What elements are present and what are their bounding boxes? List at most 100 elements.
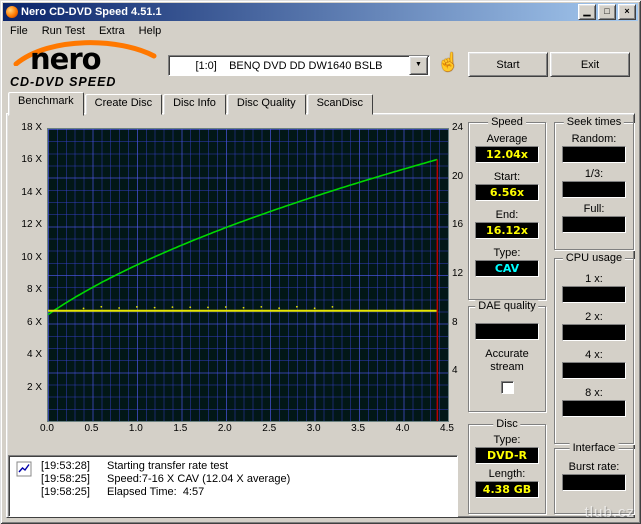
status-log[interactable]: [19:53:28] Starting transfer rate test [19… bbox=[8, 455, 458, 517]
app-window: Nero CD-DVD Speed 4.51.1 ▁ □ × File Run T… bbox=[0, 0, 641, 524]
field-label: Random: bbox=[571, 133, 617, 145]
app-icon bbox=[6, 6, 18, 18]
exit-button[interactable]: Exit bbox=[550, 52, 630, 77]
field-8-x: 8 x: bbox=[562, 387, 626, 417]
field-4-x: 4 x: bbox=[562, 349, 626, 379]
eject-hand-icon[interactable]: ☝ bbox=[437, 52, 459, 73]
log-timestamp: [19:58:25] bbox=[41, 486, 90, 498]
axis-tick-label: 24 bbox=[452, 122, 464, 133]
chart-series bbox=[47, 158, 439, 421]
value-box: 16.12x bbox=[475, 222, 539, 239]
tab-scandisc[interactable]: ScanDisc bbox=[306, 94, 374, 115]
menu-bar: File Run Test Extra Help bbox=[3, 21, 638, 40]
axis-tick-label: 1.0 bbox=[128, 423, 143, 434]
log-line: [19:58:25] Speed:7-16 X CAV (12.04 X aver… bbox=[41, 473, 453, 486]
field-label: 1/3: bbox=[584, 168, 604, 180]
value-box: 6.56x bbox=[475, 184, 539, 201]
log-message: Starting transfer rate test bbox=[107, 460, 229, 472]
axis-tick-label: 0.0 bbox=[40, 423, 54, 434]
value-box bbox=[562, 474, 626, 491]
field-label: Start: bbox=[493, 171, 521, 183]
tab-disc-quality[interactable]: Disc Quality bbox=[226, 94, 306, 115]
field-1-3: 1/3: bbox=[562, 168, 626, 198]
axis-tick-label: 4.5 bbox=[440, 423, 454, 434]
watermark: tlub.cz bbox=[584, 504, 635, 521]
close-button[interactable]: × bbox=[618, 4, 636, 20]
axis-tick-label: 0.5 bbox=[84, 423, 99, 434]
tab-create-disc[interactable]: Create Disc bbox=[84, 94, 163, 115]
panel-cpu-usage: CPU usage 1 x: 2 x: 4 x: 8 x: bbox=[554, 252, 634, 444]
axis-tick-label: 8 X bbox=[26, 284, 42, 296]
tab-benchmark[interactable]: Benchmark bbox=[8, 92, 84, 116]
start-button[interactable]: Start bbox=[468, 52, 548, 77]
field-label: 1 x: bbox=[585, 273, 603, 285]
accurate-stream-checkbox[interactable] bbox=[500, 381, 514, 394]
axis-tick-label: 12 bbox=[452, 268, 464, 279]
menu-item-run-test[interactable]: Run Test bbox=[35, 23, 92, 39]
menu-item-help[interactable]: Help bbox=[132, 23, 169, 39]
axis-tick-label: 2 X bbox=[26, 381, 42, 393]
axis-tick-label: 8 bbox=[452, 316, 458, 328]
value-box bbox=[562, 216, 626, 233]
panel-seek-title: Seek times bbox=[563, 116, 625, 128]
field-1-x: 1 x: bbox=[562, 273, 626, 303]
axis-tick-label: 2.5 bbox=[262, 423, 277, 434]
panel-cpu-title: CPU usage bbox=[562, 252, 626, 264]
field-label: End: bbox=[495, 209, 519, 221]
value-box: 12.04x bbox=[475, 146, 539, 163]
field-full: Full: bbox=[562, 203, 626, 233]
field-label: Length: bbox=[488, 468, 526, 480]
log-timestamp: [19:58:25] bbox=[41, 473, 90, 485]
drive-select-value: [1:0] BENQ DVD DD DW1640 BSLB bbox=[195, 59, 383, 72]
axis-tick-label: 16 X bbox=[21, 154, 42, 166]
panel-speed: Speed Average 12.04x Start: 6.56x End: 16.12x… bbox=[468, 116, 546, 300]
tab-disc-info[interactable]: Disc Info bbox=[163, 94, 226, 115]
axis-tick-label: 20 bbox=[452, 170, 464, 182]
field-label: Average bbox=[486, 133, 528, 145]
axis-tick-label: 16 bbox=[452, 219, 464, 231]
maximize-button[interactable]: □ bbox=[598, 4, 616, 20]
axis-tick-label: 18 X bbox=[21, 122, 42, 133]
logo-wordmark: nero bbox=[30, 42, 102, 76]
value-box bbox=[562, 400, 626, 417]
menu-item-file[interactable]: File bbox=[3, 23, 35, 39]
minimize-button[interactable]: ▁ bbox=[578, 4, 596, 20]
field-length: Length: 4.38 GB bbox=[475, 468, 539, 498]
axis-tick-label: 4 X bbox=[26, 349, 42, 361]
value-box bbox=[562, 146, 626, 163]
drive-select[interactable]: [1:0] BENQ DVD DD DW1640 BSLB ▼ bbox=[168, 55, 430, 76]
panel-dae-title: DAE quality bbox=[475, 300, 539, 312]
axis-tick-label: 4 bbox=[452, 365, 458, 377]
axis-tick-label: 6 X bbox=[26, 316, 42, 328]
field-label: 4 x: bbox=[585, 349, 603, 361]
log-line: [19:58:25] Elapsed Time: 4:57 bbox=[41, 486, 453, 499]
log-benchmark-icon bbox=[16, 461, 32, 477]
menu-item-extra[interactable]: Extra bbox=[92, 23, 132, 39]
field-average: Average 12.04x bbox=[475, 133, 539, 163]
field-end: End: 16.12x bbox=[475, 209, 539, 239]
axis-tick-label: 2.0 bbox=[217, 423, 232, 434]
field-label: Type: bbox=[493, 434, 521, 446]
log-message: Speed:7-16 X CAV (12.04 X average) bbox=[107, 473, 291, 485]
field-type: Type: DVD-R bbox=[475, 434, 539, 464]
field-label: Type: bbox=[493, 247, 521, 259]
field-type: Type: CAV bbox=[475, 247, 539, 277]
tab-strip: Benchmark Create Disc Disc Info Disc Qualit… bbox=[8, 92, 374, 116]
panel-disc: Disc Type: DVD-R Length: 4.38 GB bbox=[468, 418, 546, 514]
logo-subtitle: CD-DVD SPEED bbox=[10, 75, 117, 89]
log-line: [19:53:28] Starting transfer rate test bbox=[41, 460, 453, 473]
value-box bbox=[562, 181, 626, 198]
benchmark-chart bbox=[47, 128, 449, 422]
dae-quality-value-box bbox=[475, 323, 539, 340]
axis-tick-label: 4.0 bbox=[395, 423, 410, 434]
panel-dae-quality: DAE quality Accurate stream bbox=[468, 300, 546, 412]
series-transfer-rate bbox=[47, 158, 438, 316]
panel-speed-title: Speed bbox=[488, 116, 526, 128]
axis-tick-label: 12 X bbox=[21, 219, 42, 231]
field-start: Start: 6.56x bbox=[475, 171, 539, 201]
panel-disc-title: Disc bbox=[493, 418, 521, 430]
panel-seek-times: Seek times Random: 1/3: Full: bbox=[554, 116, 634, 250]
nero-logo: nero CD-DVD SPEED bbox=[8, 40, 163, 90]
dropdown-arrow-icon[interactable]: ▼ bbox=[409, 56, 428, 75]
title-bar[interactable]: Nero CD-DVD Speed 4.51.1 ▁ □ × bbox=[3, 3, 638, 21]
